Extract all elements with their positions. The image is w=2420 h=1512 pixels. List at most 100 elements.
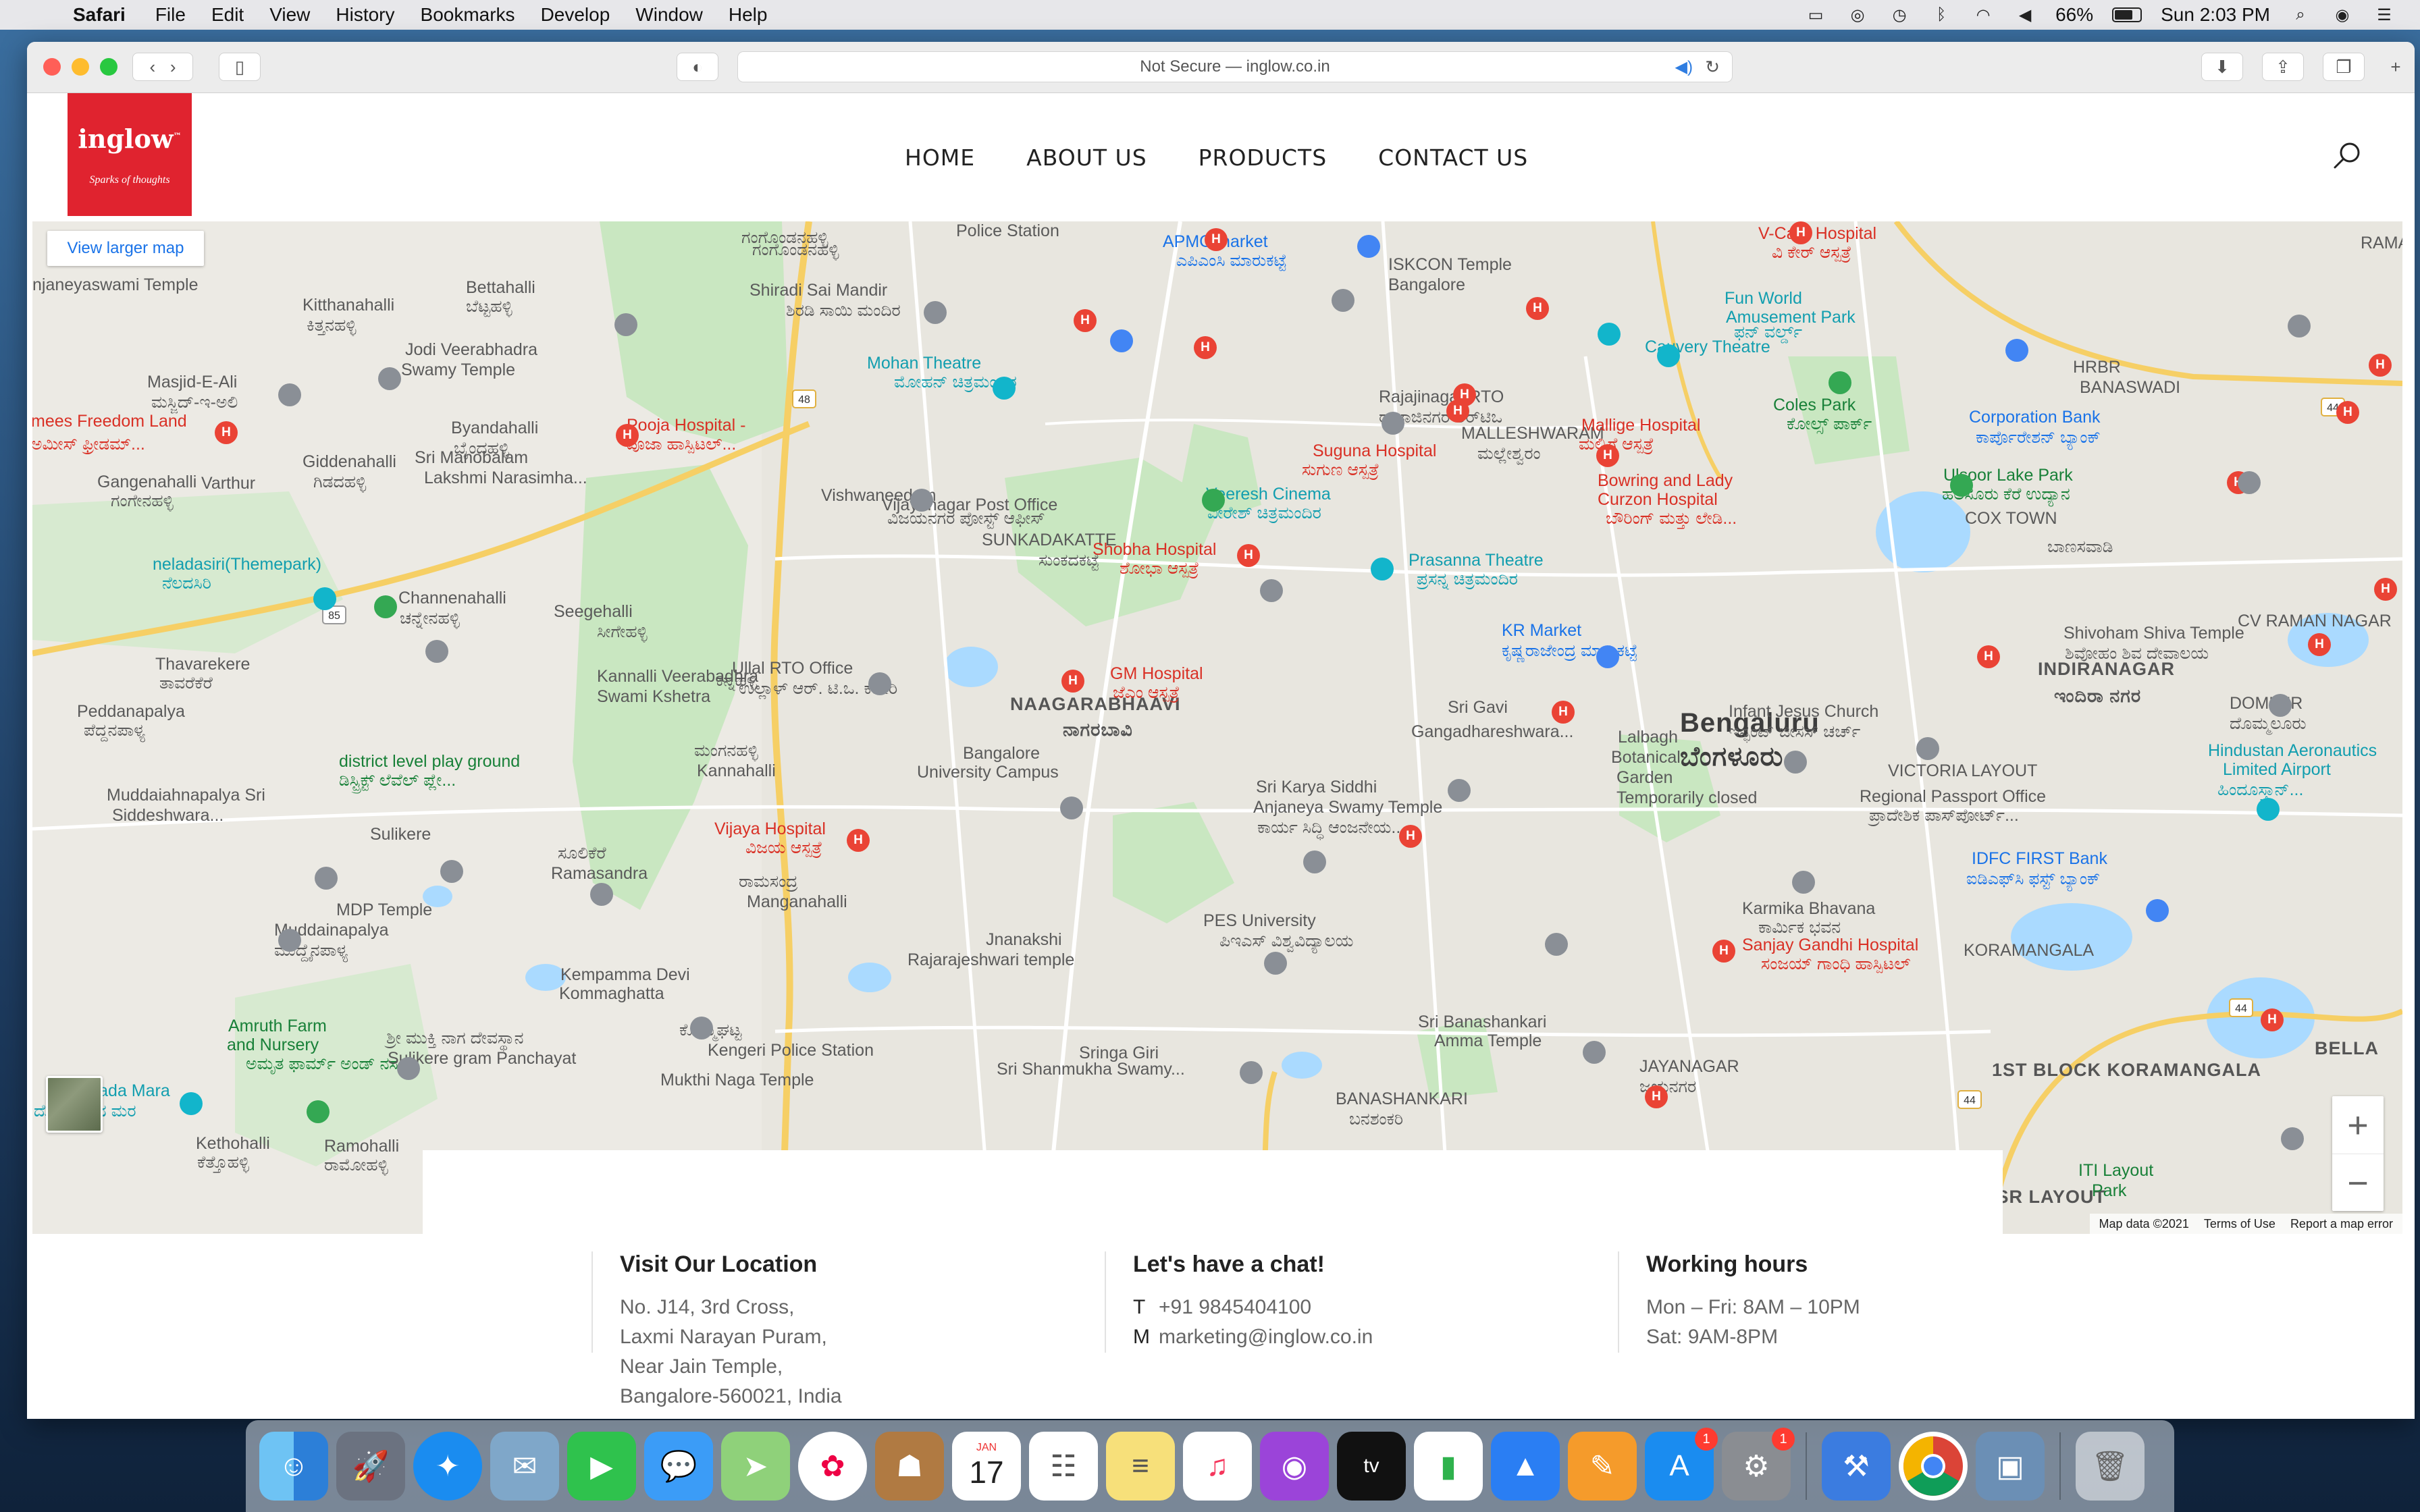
map-label[interactable]: ವಿ ಕೇರ್ ಆಸ್ಪತ್ರೆ [1772,243,1851,263]
map-label[interactable]: ಮಸ್ಜಿದ್-ಇ-ಅಲಿ [151,393,238,412]
map-poi-pin-icon[interactable] [868,672,891,695]
map-label[interactable]: BANASWADI [2080,378,2180,398]
map-label[interactable]: ಚನ್ನೇನಹಳ್ಳಿ [400,609,460,628]
map-poi-pin-icon[interactable] [1202,489,1225,512]
map-poi-pin-icon[interactable] [2288,315,2311,338]
map-label[interactable]: Amma Temple [1434,1031,1542,1051]
map-poi-pin-icon[interactable] [1260,579,1283,602]
wifi-icon[interactable]: ◠ [1972,5,1995,25]
map-label[interactable]: Varthur [201,474,255,493]
vpn-icon[interactable]: ◎ [1846,5,1869,25]
calendar-icon[interactable]: JAN 17 [952,1432,1021,1501]
map-label[interactable]: ಪಿಇಎಸ್ ವಿಶ್ವವಿದ್ಯಾಲಯ [1219,932,1353,951]
map-poi-pin-icon[interactable] [1303,850,1326,873]
safari-icon[interactable]: ✦ [413,1432,482,1501]
keynote-icon[interactable]: ▲ [1491,1432,1560,1501]
map-label[interactable]: Thavarekere [155,655,250,674]
back-forward-buttons[interactable]: ‹ › [132,53,193,81]
map-label[interactable]: Bettahalli [466,278,535,298]
notification-center-icon[interactable]: ☰ [2373,5,2396,25]
map-poi-pin-icon[interactable] [1382,412,1404,435]
sidebar-toggle-button[interactable]: ▯ [219,53,261,81]
map-poi-pin-icon[interactable] [1545,933,1568,956]
map-label[interactable]: Bangalore [963,744,1040,763]
nav-about-us[interactable]: ABOUT US [1026,144,1147,171]
map-poi-pin-icon[interactable]: H [1074,309,1097,332]
map-label[interactable]: ಮಂಗನಹಳ್ಳಿ [694,741,758,761]
map-label[interactable]: Rajajinagar RTO [1379,387,1504,407]
facetime-icon[interactable]: ▶ [567,1432,636,1501]
map-label[interactable]: ಕೆತ್ತೊಹಳ್ಳಿ [197,1153,249,1172]
map-poi-pin-icon[interactable] [2146,899,2169,922]
map-label[interactable]: Kempamma Devi [560,965,690,985]
map-label[interactable]: Lalbagh [1618,728,1678,747]
maps-icon[interactable]: ➤ [721,1432,790,1501]
menu-help[interactable]: Help [729,4,768,26]
map-label[interactable]: ಸೀಗೇಹಳ್ಳಿ [597,622,648,642]
map-label[interactable]: ಇನ್ಫಂಟ್ ಜೀಸಸ್ ಚರ್ಚ್ [1729,722,1860,742]
map-label[interactable]: ಪ್ರಾದೇಶಿಕ ಪಾಸ್‌ಪೋರ್ಟ್... [1869,806,2019,826]
map-poi-pin-icon[interactable] [278,929,301,952]
app-store-icon[interactable]: A1 [1645,1428,1718,1501]
menu-edit[interactable]: Edit [211,4,244,26]
map-poi-pin-icon[interactable] [690,1017,713,1040]
forward-icon[interactable]: › [170,57,176,78]
map-poi-pin-icon[interactable] [1583,1041,1606,1064]
map-label[interactable]: ದೊಮ್ಮಲೂರು [2230,714,2307,734]
map-poi-pin-icon[interactable] [397,1057,420,1080]
map-poi-pin-icon[interactable]: H [1645,1085,1668,1108]
map-poi-pin-icon[interactable] [425,640,448,663]
email-row[interactable]: Mmarketing@inglow.co.in [1133,1322,1373,1352]
phone-number[interactable]: +91 9845404100 [1159,1296,1311,1318]
map-label[interactable]: Regional Passport Office [1860,787,2046,807]
privacy-report-button[interactable]: ◐ [677,53,718,81]
map-label[interactable]: ವಿಜಯನಗರ ಪೋಸ್ಟ್ ಆಫೀಸ್ [887,509,1045,529]
map-label[interactable]: PES University [1203,911,1316,931]
map-label[interactable]: Anjaneya Swamy Temple [1253,798,1442,817]
bluetooth-icon[interactable]: ᛒ [1930,5,1953,25]
map-label[interactable]: DOMLUR [2230,694,2303,713]
map-label[interactable]: ಕಾರ್ಮಿಕ ಭವನ [1758,918,1841,938]
map-label[interactable]: JAYANAGAR [1639,1057,1739,1077]
zoom-in-button[interactable]: + [2332,1096,2384,1154]
map-poi-pin-icon[interactable] [924,301,947,324]
menu-window[interactable]: Window [635,4,703,26]
system-preferences-icon[interactable]: ⚙ 1 [1722,1428,1795,1501]
menu-history[interactable]: History [336,4,394,26]
map-label[interactable]: Mukthi Naga Temple [660,1071,814,1090]
map-label[interactable]: Sri Karya Siddhi [1256,778,1377,797]
menu-develop[interactable]: Develop [541,4,610,26]
map-poi-pin-icon[interactable] [2281,1127,2304,1150]
map-label[interactable]: ಅಮೀಸ್ ಫ್ರೀಡಮ್... [32,435,145,454]
map-label[interactable]: mees Freedom Land [32,412,187,431]
map-poi-pin-icon[interactable]: H [1205,228,1228,251]
map-label[interactable]: ಬೈಂದಹಳ್ಳಿ [454,439,509,458]
menu-file[interactable]: File [155,4,186,26]
map-label[interactable]: Swamy Temple [401,360,515,380]
map-poi-pin-icon[interactable]: H [2308,633,2331,656]
podcasts-icon[interactable]: ◉ [1260,1432,1329,1501]
map-label[interactable]: Masjid-E-Ali [147,373,237,392]
map-poi-pin-icon[interactable] [910,489,933,512]
map-label[interactable]: ITI Layout [2078,1161,2153,1181]
map-label[interactable]: Siddeshwara... [112,806,223,826]
notes-icon[interactable]: ≡ [1106,1432,1175,1501]
map-poi-pin-icon[interactable]: H [1596,444,1619,467]
map-label[interactable]: ISKCON Temple [1388,255,1512,275]
map-label[interactable]: ಗಂಗೊಂಡನಹಳ್ಳಿ [752,240,839,260]
map-poi-pin-icon[interactable] [1240,1061,1263,1084]
map-label[interactable]: Rajarajeshwari temple [908,950,1074,970]
map-label[interactable]: Swami Kshetra [597,687,710,707]
map-label[interactable]: Peddanapalya [77,702,185,722]
map-label[interactable]: 1ST BLOCK KORAMANGALA [1992,1060,2261,1081]
map-poi-pin-icon[interactable]: H [2369,354,2392,377]
map-poi-pin-icon[interactable] [1792,871,1815,894]
map-label[interactable]: ಜೆಎಂ ಆಸ್ಪತ್ರೆ [1113,683,1180,703]
map-poi-pin-icon[interactable]: H [1453,383,1476,406]
map-label[interactable]: BELLA [2315,1038,2379,1059]
map-label[interactable]: Mallige Hospital [1581,416,1700,435]
map-label[interactable]: Prasanna Theatre [1409,551,1544,570]
nav-products[interactable]: PRODUCTS [1199,144,1327,171]
map-label[interactable]: ಹಿಂದೂಸ್ತಾನ್... [2217,780,2303,800]
map-label[interactable]: Karmika Bhavana [1742,899,1875,919]
